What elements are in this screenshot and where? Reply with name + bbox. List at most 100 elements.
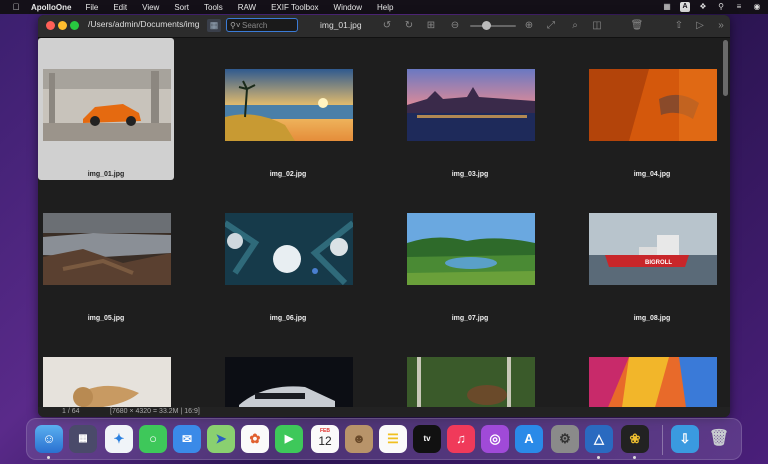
folder-path: /Users/admin/Documents/img [88, 19, 200, 29]
trash-icon[interactable]: 🗑 [705, 425, 733, 453]
siri-icon[interactable]: ◉ [752, 2, 762, 12]
image-count: 1 / 64 [62, 408, 80, 415]
launchpad-icon[interactable]: ▦ [69, 425, 97, 453]
thumbnail-image [43, 69, 171, 141]
running-indicator [47, 456, 50, 459]
apple-tv-icon[interactable]: tv [413, 425, 441, 453]
thumbnail-cell[interactable]: img_01.jpg [38, 38, 174, 180]
menu-edit[interactable]: Edit [113, 3, 127, 12]
thumbnail-label: img_03.jpg [451, 171, 489, 178]
input-source-icon[interactable]: A [680, 2, 690, 12]
thumbnail-cell[interactable] [220, 326, 356, 407]
menu-window[interactable]: Window [334, 3, 362, 12]
thumbnail-image [407, 213, 535, 285]
slideshow-icon[interactable]: ▷ [693, 19, 707, 32]
rotate-left-icon[interactable]: ↺ [380, 19, 394, 32]
thumbnail-cell[interactable]: img_04.jpg [584, 38, 720, 180]
thumbnail-label: img_05.jpg [87, 315, 125, 322]
safari-icon[interactable]: ✦ [105, 425, 133, 453]
pinwheel-app-icon[interactable]: ❀ [621, 425, 649, 453]
thumbnail-image [225, 213, 353, 285]
photos-icon[interactable]: ✿ [241, 425, 269, 453]
app-status-icon[interactable]: ▦ [662, 2, 672, 12]
search-icon[interactable]: ⚲ [716, 2, 726, 12]
zoom-window-button[interactable] [70, 21, 79, 30]
accessibility-icon[interactable]: ❖ [698, 2, 708, 12]
search-field[interactable]: ⚲˅ [226, 18, 298, 32]
grid-view-icon[interactable]: ▦ [207, 19, 221, 32]
menu-exif-toolbox[interactable]: EXIF Toolbox [271, 3, 318, 12]
control-center-icon[interactable]: ≡ [734, 2, 744, 12]
zoom-slider[interactable] [470, 25, 516, 27]
thumbnail-cell[interactable] [584, 326, 720, 407]
dock-separator [662, 425, 663, 455]
menu-view[interactable]: View [142, 3, 159, 12]
apple-logo-icon[interactable]:  [11, 2, 21, 12]
thumbnail-image [225, 69, 353, 141]
menu-raw[interactable]: RAW [238, 3, 256, 12]
thumbnail-cell[interactable]: img_03.jpg [402, 38, 538, 180]
zoom-in-icon[interactable]: ⊕ [522, 19, 536, 32]
menu-file[interactable]: File [85, 3, 98, 12]
system-preferences-icon[interactable]: ⚙ [551, 425, 579, 453]
toolbar-overflow-icon[interactable]: » [714, 19, 728, 32]
thumbnail-cell[interactable]: img_07.jpg [402, 182, 538, 324]
thumbnail-label: img_01.jpg [87, 171, 125, 178]
tv-label: tv [423, 434, 431, 443]
vertical-scrollbar[interactable] [723, 38, 728, 407]
menu-tools[interactable]: Tools [204, 3, 223, 12]
app-store-icon[interactable]: A [515, 425, 543, 453]
calendar-icon[interactable]: FEB 12 [311, 425, 339, 453]
thumbnail-label: img_04.jpg [633, 171, 671, 178]
zoom-out-icon[interactable]: ⊖ [448, 19, 462, 32]
facetime-icon[interactable]: ▶ [275, 425, 303, 453]
running-indicator [597, 456, 600, 459]
thumbnail-image [589, 69, 717, 141]
toolbar: /Users/admin/Documents/img ▦ ⚲˅ img_01.j… [38, 15, 730, 38]
app-window: /Users/admin/Documents/img ▦ ⚲˅ img_01.j… [38, 15, 730, 417]
share-icon[interactable]: ⇧ [672, 19, 686, 32]
maps-icon[interactable]: ➤ [207, 425, 235, 453]
menu-app[interactable]: ApolloOne [31, 3, 71, 12]
thumbnail-cell[interactable] [38, 326, 174, 407]
rotate-right-icon[interactable]: ↻ [402, 19, 416, 32]
search-input[interactable] [242, 20, 294, 30]
notes-icon[interactable]: ☰ [379, 425, 407, 453]
messages-icon[interactable]: ○ [139, 425, 167, 453]
thumbnail-cell[interactable]: img_06.jpg [220, 182, 356, 324]
menu-help[interactable]: Help [377, 3, 393, 12]
fit-screen-icon[interactable]: ⤢ [544, 19, 558, 32]
thumbnail-label: img_06.jpg [269, 315, 307, 322]
finder-icon[interactable]: ☺ [35, 425, 63, 453]
menu-bar:  ApolloOne File Edit View Sort Tools RA… [0, 0, 768, 14]
thumbnail-image [407, 357, 535, 407]
thumbnail-cell[interactable]: BIGROLL img_08.jpg [584, 182, 720, 324]
contacts-icon[interactable]: ☻ [345, 425, 373, 453]
svg-text:BIGROLL: BIGROLL [645, 260, 672, 266]
trash-icon[interactable]: 🗑 [630, 19, 644, 32]
menu-sort[interactable]: Sort [174, 3, 189, 12]
minimize-window-button[interactable] [58, 21, 67, 30]
music-icon[interactable]: ♫ [447, 425, 475, 453]
actual-size-icon[interactable]: ⌕ [568, 19, 582, 32]
thumbnail-cell[interactable]: img_02.jpg [220, 38, 356, 180]
podcasts-icon[interactable]: ◎ [481, 425, 509, 453]
compare-icon[interactable]: ◫ [590, 19, 604, 32]
downloads-icon[interactable]: ⇩ [671, 425, 699, 453]
thumbnail-image [589, 357, 717, 407]
zoom-slider-thumb[interactable] [482, 21, 491, 30]
thumbnail-image [43, 213, 171, 285]
thumbnail-cell[interactable] [402, 326, 538, 407]
scrollbar-thumb[interactable] [723, 40, 728, 96]
close-window-button[interactable] [46, 21, 55, 30]
apolloone-icon[interactable]: △ [585, 425, 613, 453]
thumbnail-cell[interactable]: img_05.jpg [38, 182, 174, 324]
mail-icon[interactable]: ✉ [173, 425, 201, 453]
current-filename: img_01.jpg [320, 20, 362, 30]
thumbnail-image: BIGROLL [589, 213, 717, 285]
thumbnail-grid: img_01.jpg img_02.jpg img_03.jpg img_04.… [38, 38, 722, 407]
thumbnail-image [407, 69, 535, 141]
search-icon: ⚲˅ [230, 20, 241, 30]
dock: ☺ ▦ ✦ ○ ✉ ➤ ✿ ▶ FEB 12 ☻ ☰ tv ♫ ◎ A ⚙ △ … [26, 418, 742, 460]
crop-icon[interactable]: ⊞ [424, 19, 438, 32]
